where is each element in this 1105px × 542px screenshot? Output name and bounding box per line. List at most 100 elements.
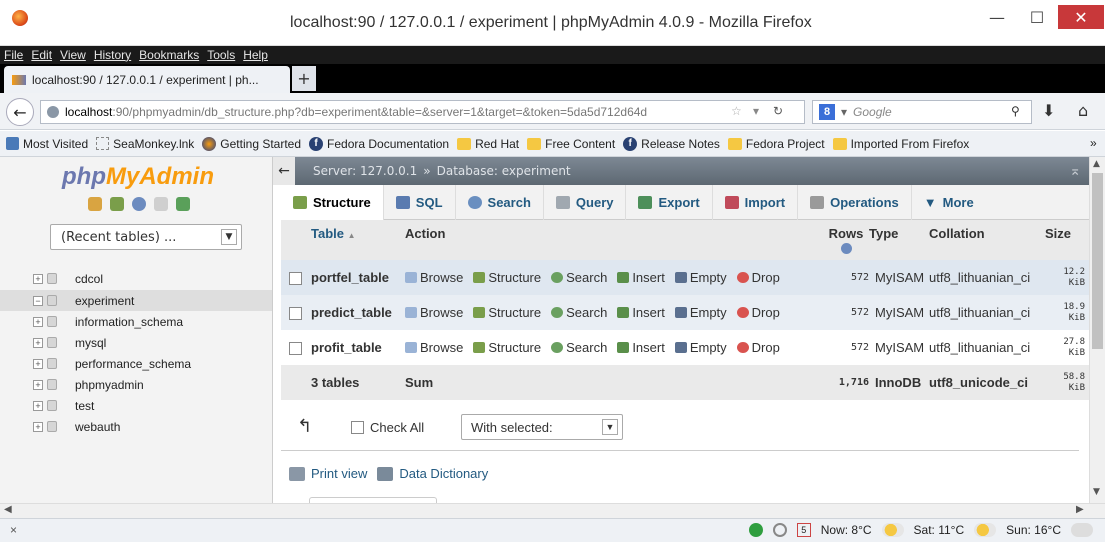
table-size[interactable]: 18.9 KiB: [1045, 295, 1089, 330]
row-checkbox[interactable]: [289, 272, 302, 286]
dropdown-arrow-icon[interactable]: ▾: [753, 104, 759, 118]
docs-icon[interactable]: [154, 197, 168, 211]
search-magnifier-icon[interactable]: ⚲: [1011, 104, 1020, 118]
tab-structure[interactable]: Structure: [281, 184, 384, 220]
bookmark-star-icon[interactable]: ☆: [731, 104, 742, 118]
row-checkbox[interactable]: [289, 342, 302, 356]
tab-import[interactable]: Import: [713, 184, 799, 220]
browse-link[interactable]: Browse: [405, 270, 463, 285]
download-icon[interactable]: ⬇: [1042, 101, 1055, 120]
search-link[interactable]: Search: [551, 305, 607, 320]
tab-query[interactable]: Query: [544, 184, 627, 220]
calendar-icon[interactable]: 5: [796, 523, 811, 537]
drop-link[interactable]: Drop: [736, 340, 780, 355]
row-checkbox[interactable]: [289, 307, 302, 321]
expand-icon[interactable]: +: [33, 358, 43, 369]
status-green-icon[interactable]: [748, 523, 763, 537]
expand-icon[interactable]: +: [33, 316, 43, 327]
scroll-top-icon[interactable]: ⌅: [1069, 163, 1081, 179]
scroll-down-icon[interactable]: ▼: [1093, 487, 1100, 497]
minimize-button[interactable]: —: [978, 5, 1016, 29]
clock-icon[interactable]: [772, 523, 787, 537]
structure-link[interactable]: Structure: [473, 305, 541, 320]
bookmark-fedora-docs[interactable]: f Fedora Documentation: [309, 136, 449, 151]
maximize-button[interactable]: ☐: [1018, 5, 1056, 29]
empty-link[interactable]: Empty: [674, 305, 727, 320]
structure-link[interactable]: Structure: [473, 270, 541, 285]
col-header-table[interactable]: Table ▲: [311, 220, 405, 260]
collapse-panel-icon[interactable]: ←: [273, 157, 295, 185]
table-size[interactable]: 12.2 KiB: [1045, 260, 1089, 295]
expand-icon[interactable]: +: [33, 421, 43, 432]
expand-icon[interactable]: +: [33, 273, 43, 284]
menu-help[interactable]: Help: [243, 48, 268, 62]
reload-icon[interactable]: ↻: [773, 104, 783, 118]
bookmark-imported[interactable]: Imported From Firefox: [832, 137, 969, 151]
url-bar[interactable]: localhost:90/phpmyadmin/db_structure.php…: [40, 100, 805, 124]
empty-link[interactable]: Empty: [674, 270, 727, 285]
bookmarks-overflow-button[interactable]: »: [1090, 136, 1097, 150]
menu-tools[interactable]: Tools: [207, 48, 235, 62]
close-icon[interactable]: ×: [10, 523, 17, 537]
empty-link[interactable]: Empty: [674, 340, 727, 355]
back-button[interactable]: ←: [6, 98, 34, 126]
structure-link[interactable]: Structure: [473, 340, 541, 355]
scroll-right-icon[interactable]: ▶: [1076, 504, 1084, 515]
google-engine-icon[interactable]: 8: [819, 104, 835, 120]
bookmark-release-notes[interactable]: f Release Notes: [623, 136, 720, 151]
browser-tab-active[interactable]: localhost:90 / 127.0.0.1 / experiment | …: [4, 66, 290, 93]
breadcrumb-server[interactable]: Server: 127.0.0.1: [313, 164, 417, 178]
scroll-thumb[interactable]: [1092, 173, 1103, 349]
browse-link[interactable]: Browse: [405, 305, 463, 320]
db-item-experiment[interactable]: − experiment: [0, 290, 272, 311]
browse-link[interactable]: Browse: [405, 340, 463, 355]
menu-history[interactable]: History: [94, 48, 131, 62]
expand-icon[interactable]: +: [33, 400, 43, 411]
horizontal-scrollbar[interactable]: ◀ ▶: [0, 503, 1105, 518]
search-link[interactable]: Search: [551, 340, 607, 355]
bookmark-getting-started[interactable]: Getting Started: [202, 136, 301, 151]
db-item-test[interactable]: + test: [0, 395, 272, 416]
table-name-link[interactable]: profit_table: [311, 330, 405, 365]
db-item-mysql[interactable]: + mysql: [0, 332, 272, 353]
data-dictionary-link[interactable]: Data Dictionary: [399, 466, 488, 481]
check-all-checkbox[interactable]: [351, 421, 364, 434]
help-icon[interactable]: [132, 197, 146, 211]
bookmark-free-content[interactable]: Free Content: [527, 137, 615, 151]
tab-search[interactable]: Search: [456, 184, 544, 220]
close-window-button[interactable]: ✕: [1058, 5, 1104, 29]
scroll-up-icon[interactable]: ▲: [1093, 159, 1100, 169]
bookmark-seamonkey[interactable]: SeaMonkey.lnk: [96, 137, 194, 151]
insert-link[interactable]: Insert: [617, 270, 665, 285]
menu-bookmarks[interactable]: Bookmarks: [139, 48, 199, 62]
menu-edit[interactable]: Edit: [31, 48, 52, 62]
with-selected-select[interactable]: With selected: ▼: [461, 414, 623, 440]
db-item-cdcol[interactable]: + cdcol: [0, 268, 272, 289]
search-link[interactable]: Search: [551, 270, 607, 285]
insert-link[interactable]: Insert: [617, 305, 665, 320]
scroll-left-icon[interactable]: ◀: [4, 504, 12, 515]
db-item-webauth[interactable]: + webauth: [0, 416, 272, 437]
collapse-icon[interactable]: −: [33, 295, 43, 306]
vertical-scrollbar[interactable]: ▲ ▼: [1089, 157, 1105, 503]
breadcrumb-database[interactable]: Database: experiment: [437, 164, 571, 178]
drop-link[interactable]: Drop: [736, 305, 780, 320]
search-bar[interactable]: 8 ▾ Google ⚲: [812, 100, 1032, 124]
drop-link[interactable]: Drop: [736, 270, 780, 285]
menu-file[interactable]: File: [4, 48, 23, 62]
tab-more[interactable]: ▼ More: [912, 185, 986, 220]
bookmark-red-hat[interactable]: Red Hat: [457, 137, 519, 151]
db-item-performance-schema[interactable]: + performance_schema: [0, 353, 272, 374]
expand-icon[interactable]: +: [33, 337, 43, 348]
home-icon[interactable]: [88, 197, 102, 211]
table-name-link[interactable]: predict_table: [311, 295, 405, 330]
logout-icon[interactable]: [110, 197, 124, 211]
bookmark-fedora-project[interactable]: Fedora Project: [727, 137, 825, 151]
bookmark-most-visited[interactable]: Most Visited: [6, 137, 88, 151]
check-all[interactable]: Check All: [351, 420, 424, 435]
help-icon[interactable]: [840, 243, 852, 254]
tab-operations[interactable]: Operations: [798, 184, 912, 220]
db-item-phpmyadmin[interactable]: + phpmyadmin: [0, 374, 272, 395]
reload-nav-icon[interactable]: [176, 197, 190, 211]
tab-export[interactable]: Export: [626, 184, 713, 220]
